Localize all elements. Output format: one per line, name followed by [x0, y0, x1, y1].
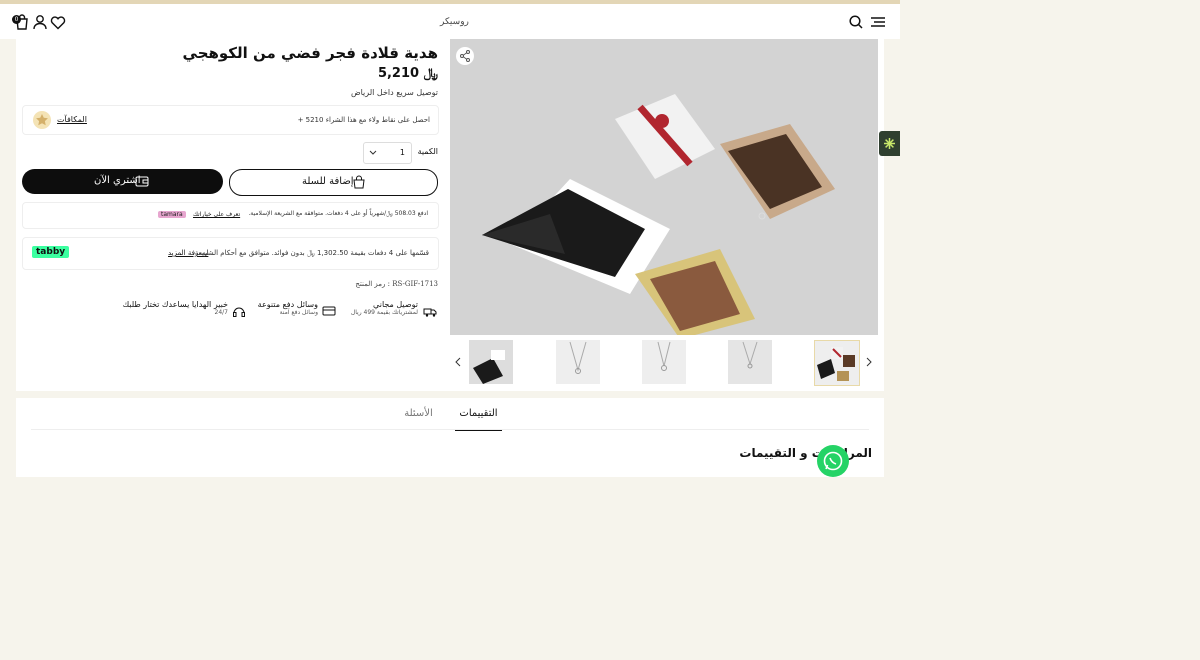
tamara-logo: tamara: [158, 211, 186, 218]
buy-now-button[interactable]: اشتري الآن: [22, 169, 223, 194]
product-price: ﷼ 5,210: [378, 66, 438, 81]
thumbnail-image: [817, 347, 855, 381]
side-widget[interactable]: [879, 131, 900, 156]
add-to-cart-button[interactable]: إضافة للسلة: [229, 169, 438, 196]
menu-icon[interactable]: [869, 13, 887, 31]
tabby-box: tabby لمعرفة المزيد قسّمها على 4 دفعات ب…: [22, 237, 439, 270]
thumbnail-image: [657, 341, 671, 371]
rewards-star-icon: [33, 111, 51, 129]
tamara-box: tamara تعرف على خياراتك ادفع 508.03 ﷼/شه…: [22, 202, 439, 229]
chevron-left-icon[interactable]: [453, 356, 463, 368]
gift-set-illustration: [482, 94, 835, 335]
cart-count-badge: 0: [12, 15, 21, 24]
thumbnail-active[interactable]: [814, 340, 860, 386]
rewards-link[interactable]: المكافآت: [57, 115, 87, 124]
chevron-down-icon: [369, 150, 377, 155]
thumbnail-image: [473, 350, 505, 384]
search-icon[interactable]: [847, 13, 865, 31]
feature-sub: 24/7: [214, 309, 228, 316]
truck-icon: [423, 308, 437, 317]
reviews-section: التقييمات الأسئلة المراجعات و التقييمات: [16, 398, 884, 477]
tamara-link[interactable]: تعرف على خياراتك: [193, 211, 240, 218]
headset-icon: [233, 307, 245, 317]
tabby-logo: tabby: [32, 246, 70, 258]
thumbnail[interactable]: [556, 340, 600, 384]
feature-title: خبير الهدايا يساعدك تختار طلبك: [122, 300, 228, 309]
thumbnail[interactable]: [728, 340, 772, 384]
quantity-label: الكمية: [417, 147, 438, 156]
delivery-note: توصيل سريع داخل الرياض: [350, 88, 438, 97]
user-icon[interactable]: [31, 13, 49, 31]
thumbnail[interactable]: [469, 340, 513, 384]
add-to-cart-label: إضافة للسلة: [302, 176, 354, 187]
sparkle-icon: [884, 138, 895, 149]
quantity-value: 1: [399, 148, 405, 157]
thumbnail-strip: [450, 339, 878, 386]
site-header: 0 روسيكر: [0, 4, 900, 39]
currency-symbol: ﷼: [423, 66, 438, 81]
tab-questions[interactable]: الأسئلة: [396, 408, 441, 419]
feature-sub: لمشترياتك بقيمة 499 ريال: [350, 309, 418, 316]
thumbnail[interactable]: [642, 340, 686, 384]
feature-sub: وسائل دفع آمنة: [279, 309, 318, 316]
product-title: هدية قلادة فجر فضي من الكوهجي: [182, 44, 438, 62]
share-icon: [460, 50, 470, 62]
site-logo[interactable]: روسيكر: [440, 17, 469, 27]
rewards-box: المكافآت + 5210 احصل على نقاط ولاء مع هذ…: [22, 105, 439, 135]
share-button[interactable]: [456, 47, 474, 65]
tabby-text: قسّمها على 4 دفعات بقيمة 1,302.50 ﷼ بدون…: [192, 249, 429, 257]
wallet-icon: [135, 176, 149, 187]
reviews-heading: المراجعات و التقييمات: [739, 446, 872, 460]
product-image[interactable]: [450, 39, 878, 335]
tamara-text: ادفع 508.03 ﷼/شهرياً أو على 4 دفعات. متو…: [248, 210, 428, 217]
tab-reviews[interactable]: التقييمات: [455, 408, 502, 431]
quantity-select[interactable]: 1: [363, 142, 412, 164]
tabs-divider: [31, 429, 869, 430]
card-icon: [322, 306, 336, 316]
thumbnail-image: [569, 341, 587, 374]
price-value: 5,210: [377, 66, 420, 81]
feature-title: توصيل مجاني: [373, 300, 418, 309]
bag-icon: [353, 175, 365, 189]
chevron-right-icon[interactable]: [864, 356, 874, 368]
feature-free-delivery: توصيل مجاني لمشترياتك بقيمة 499 ريال: [346, 300, 437, 317]
feature-gift-expert: خبير الهدايا يساعدك تختار طلبك 24/7: [120, 300, 245, 317]
feature-payment: وسائل دفع متنوعة وسائل دفع آمنة: [255, 300, 336, 316]
heart-icon[interactable]: [49, 13, 67, 31]
feature-title: وسائل دفع متنوعة: [257, 300, 318, 309]
thumbnail-image: [742, 341, 758, 369]
buy-now-label: اشتري الآن: [94, 175, 141, 186]
product-sku: رمز المنتج : RS-GIF-1713: [355, 280, 438, 288]
whatsapp-button[interactable]: [817, 445, 849, 477]
rewards-text: + 5210 احصل على نقاط ولاء مع هذا الشراء: [297, 116, 430, 124]
whatsapp-icon: [823, 451, 843, 471]
